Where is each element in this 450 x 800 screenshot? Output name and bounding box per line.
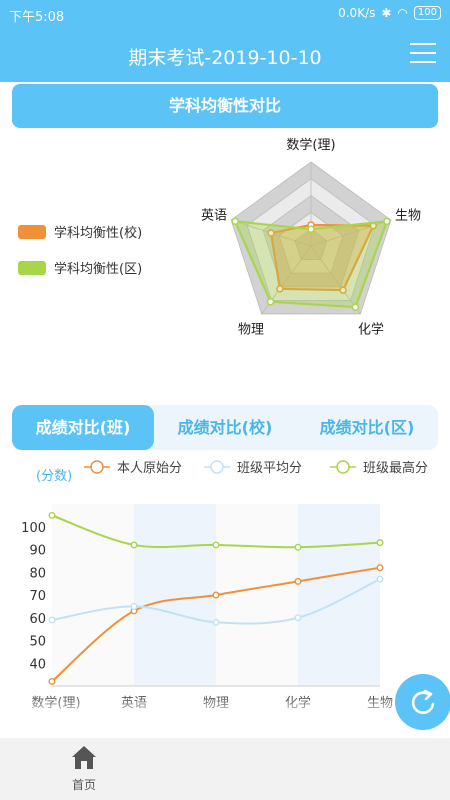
menu-icon[interactable] [410, 43, 436, 65]
y-tick-label: 60 [29, 612, 46, 627]
radar-point [231, 217, 239, 226]
home-icon [72, 746, 96, 769]
bottom-nav: 首页 [0, 738, 450, 800]
tab-school[interactable]: 成绩对比(校) [154, 405, 296, 450]
radar-axis-label: 生物 [395, 208, 421, 223]
series-point [376, 539, 384, 547]
tab-class[interactable]: 成绩对比(班) [12, 405, 154, 450]
radar-axis-label: 物理 [238, 323, 264, 338]
wifi-icon: ◠ [397, 6, 408, 20]
y-tick-label: 80 [29, 566, 46, 581]
page-title: 期末考试-2019-10-10 [128, 47, 322, 69]
radar-axis-label: 数学(理) [286, 137, 335, 153]
series-point [130, 541, 138, 549]
chart-band [298, 504, 380, 686]
tab-district[interactable]: 成绩对比(区) [296, 405, 438, 450]
legend-label: 班级平均分 [237, 461, 302, 476]
radar-section-header: 学科均衡性对比 [12, 84, 438, 128]
network-speed: 0.0K/s [338, 6, 376, 20]
radar-point [307, 225, 315, 233]
legend-marker-icon [336, 460, 350, 474]
series-point [294, 614, 302, 622]
score-tabs: 成绩对比(班) 成绩对比(校) 成绩对比(区) [12, 405, 438, 450]
line-legend-item[interactable]: 班级平均分 [204, 460, 302, 476]
series-point [376, 575, 384, 583]
y-tick-label: 70 [29, 589, 46, 604]
nav-home[interactable]: 首页 [66, 744, 102, 793]
series-point [294, 577, 302, 585]
series-point [294, 543, 302, 551]
chart-band [216, 504, 298, 686]
x-tick-label: 数学(理) [31, 695, 80, 711]
refresh-icon [411, 689, 435, 714]
battery-icon: 100 [413, 6, 441, 20]
series-point [212, 591, 220, 599]
radar-point [351, 303, 360, 311]
bluetooth-icon: ✱ [381, 6, 392, 20]
app-bar: 期末考试-2019-10-10 [0, 30, 450, 82]
nav-home-label: 首页 [71, 778, 96, 792]
series-point [48, 616, 56, 624]
legend-label: 班级最高分 [363, 460, 428, 476]
radar-axis-label: 英语 [201, 208, 227, 223]
legend-label: 本人原始分 [117, 461, 182, 476]
radar-point [266, 297, 275, 306]
series-point [376, 564, 384, 572]
status-bar: 下午5:08 0.0K/s ✱ ◠ 100 [0, 0, 450, 30]
refresh-button[interactable] [395, 674, 450, 730]
status-icons: 0.0K/s ✱ ◠ 100 [338, 6, 441, 20]
score-line-chart: 40 50 60 70 80 90 100 (分数) 本人原始分 班级平均分 班级最高分数学(理) 英… [21, 460, 428, 711]
x-tick-label: 化学 [285, 695, 311, 711]
y-tick-label: 40 [29, 657, 46, 672]
series-point [212, 541, 220, 549]
x-tick-label: 物理 [203, 696, 229, 711]
series-point [130, 602, 138, 610]
series-point [212, 618, 220, 626]
radar-chart: 数学(理) 生物化学 物理 英语 [201, 137, 421, 338]
series-point [48, 677, 56, 685]
line-legend-item[interactable]: 本人原始分 [84, 460, 182, 476]
legend-marker-icon [90, 460, 104, 474]
line-legend-item[interactable]: 班级最高分 [330, 460, 428, 476]
x-tick-label: 英语 [121, 696, 147, 711]
status-time: 下午5:08 [9, 10, 65, 25]
legend-marker-icon [210, 460, 224, 474]
y-axis-unit: (分数) [36, 469, 72, 484]
series-point [48, 511, 56, 519]
radar-axis-label: 化学 [358, 322, 384, 338]
chart-band [134, 504, 216, 686]
x-tick-label: 生物 [367, 696, 393, 711]
y-tick-label: 90 [29, 544, 46, 559]
y-tick-label: 50 [29, 635, 46, 650]
radar-point [383, 217, 391, 226]
y-tick-label: 100 [21, 521, 46, 536]
